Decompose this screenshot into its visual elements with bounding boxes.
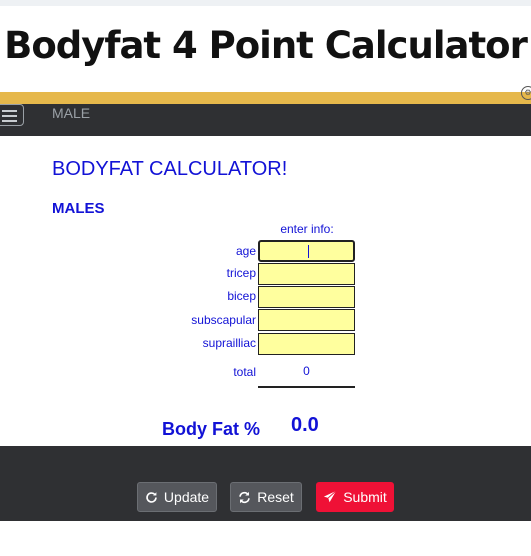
bodyfat-value: 0.0 [291, 414, 319, 436]
nav-label[interactable]: MALE [52, 105, 90, 121]
total-value: 0 [303, 364, 310, 378]
hamburger-icon [2, 115, 17, 117]
paper-plane-icon [323, 490, 337, 504]
field-label-age: age [235, 244, 256, 258]
refresh-icon [145, 491, 158, 504]
sync-icon [238, 491, 251, 504]
submit-button[interactable]: Submit [316, 482, 394, 512]
page-title: BODYFAT CALCULATOR! [52, 158, 288, 180]
field-label-suprailliac: suprailliac [202, 336, 256, 350]
suprailliac-input[interactable] [258, 333, 355, 355]
reset-button-label: Reset [257, 489, 294, 505]
age-input[interactable] [258, 240, 355, 262]
text-caret [308, 245, 309, 258]
subscapular-input[interactable] [258, 309, 355, 331]
gold-divider [0, 92, 531, 104]
bicep-input[interactable] [258, 286, 355, 308]
bodyfat-label: Body Fat % [162, 419, 261, 439]
field-label-bicep: bicep [227, 289, 256, 303]
update-button-label: Update [163, 489, 210, 505]
tricep-input[interactable] [258, 263, 355, 285]
navbar: MALE [0, 104, 531, 136]
enter-info-label: enter info: [280, 222, 334, 236]
section-title: MALES [52, 200, 105, 217]
banner: Bodyfat 4 Point Calculator [0, 6, 531, 92]
reset-button[interactable]: Reset [230, 482, 302, 512]
submit-button-label: Submit [343, 489, 387, 505]
hamburger-icon [2, 120, 17, 122]
update-button[interactable]: Update [137, 482, 217, 512]
total-divider [258, 386, 355, 388]
settings-icon[interactable]: ⚙ [521, 86, 531, 100]
total-label: total [233, 365, 256, 379]
field-label-subscapular: subscapular [191, 313, 256, 327]
hamburger-icon [2, 110, 17, 112]
field-label-tricep: tricep [226, 266, 256, 280]
banner-title: Bodyfat 4 Point Calculator [4, 24, 528, 67]
menu-toggle-button[interactable] [0, 104, 24, 126]
